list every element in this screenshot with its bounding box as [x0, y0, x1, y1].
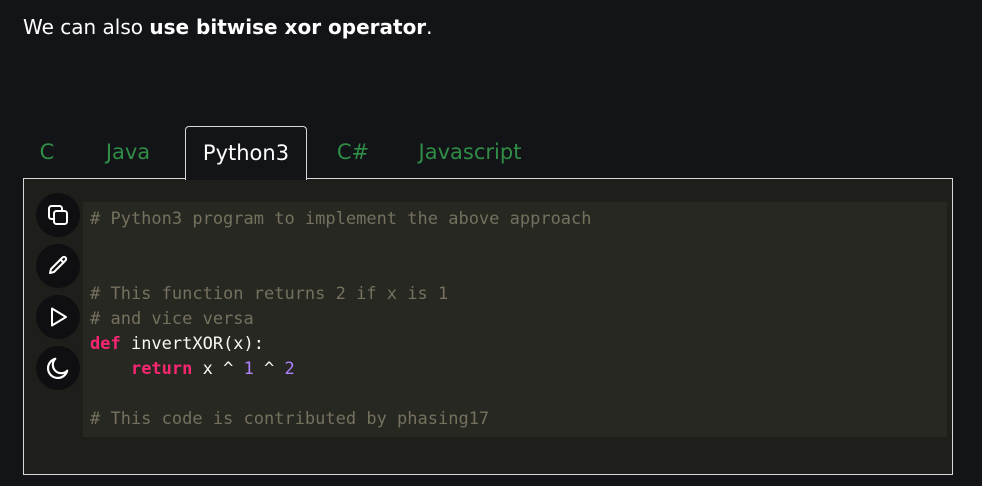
language-tabs: C Java Python3 C# Javascript [23, 126, 541, 180]
code-block[interactable]: # Python3 program to implement the above… [83, 202, 947, 437]
expression-part: ^ [253, 359, 285, 379]
intro-prefix: We can also [23, 15, 150, 39]
tab-c[interactable]: C [23, 126, 71, 179]
copy-button[interactable] [36, 193, 80, 237]
code-line-return: return x ^ 1 ^ 2 [90, 357, 947, 382]
code-line-comment: # Python3 program to implement the above… [90, 209, 592, 229]
code-line-def: def invertXOR(x): [90, 332, 947, 357]
intro-suffix: . [426, 15, 433, 39]
code-panel: # Python3 program to implement the above… [23, 178, 953, 475]
copy-icon [48, 205, 68, 225]
run-play-icon [51, 307, 67, 327]
run-button[interactable] [36, 295, 80, 339]
code-line-comment: # and vice versa [90, 309, 254, 329]
tab-java[interactable]: Java [71, 126, 185, 179]
tab-javascript[interactable]: Javascript [399, 126, 541, 179]
number-literal: 2 [284, 359, 295, 379]
tab-python3[interactable]: Python3 [185, 126, 307, 180]
page: We can also use bitwise xor operator. C … [0, 0, 982, 486]
code-line-comment: # This function returns 2 if x is 1 [90, 284, 449, 304]
intro-bold: use bitwise xor operator [149, 15, 427, 39]
function-signature: invertXOR(x): [120, 334, 265, 354]
code-toolbar [36, 193, 80, 397]
keyword-return: return [130, 359, 193, 379]
tab-csharp[interactable]: C# [307, 126, 399, 179]
theme-toggle-button[interactable] [36, 346, 80, 390]
edit-button[interactable] [36, 244, 80, 288]
edit-pencil-icon [49, 255, 68, 274]
number-literal: 1 [243, 359, 254, 379]
intro-text: We can also use bitwise xor operator. [23, 15, 433, 39]
expression-part: x ^ [192, 359, 244, 379]
keyword-def: def [90, 334, 121, 354]
dark-mode-moon-icon [46, 357, 69, 380]
code-line-comment: # This code is contributed by phasing17 [90, 409, 490, 429]
